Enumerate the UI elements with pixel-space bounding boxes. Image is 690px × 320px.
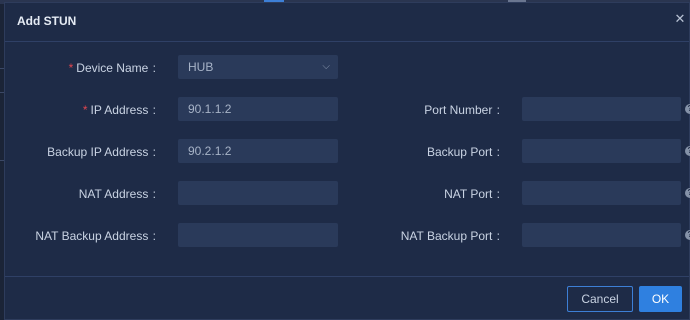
required-asterisk: * (82, 103, 88, 117)
ip-address-value: 90.1.1.2 (188, 102, 232, 116)
help-icon[interactable]: ? (685, 146, 690, 156)
nat-backup-port-input[interactable] (522, 223, 681, 247)
dialog-header: Add STUN ✕ (5, 3, 689, 42)
device-name-value: HUB (188, 60, 214, 74)
nat-backup-port-label: NAT Backup Port : (400, 229, 500, 243)
ip-address-label: * IP Address : (82, 103, 156, 117)
help-icon[interactable]: ? (685, 230, 690, 240)
close-icon[interactable]: ✕ (673, 12, 687, 26)
chevron-down-icon: ⌵ (322, 61, 330, 72)
backup-ip-address-value: 90.2.1.2 (188, 144, 232, 158)
nat-address-input[interactable] (178, 181, 338, 205)
dialog-footer-divider (5, 276, 689, 277)
port-number-label: Port Number : (424, 103, 500, 117)
nat-port-input[interactable] (522, 181, 681, 205)
ok-button[interactable]: OK (639, 286, 682, 312)
help-icon[interactable]: ? (685, 188, 690, 198)
add-stun-dialog: Add STUN ✕ * Device Name : HUB ⌵ * IP Addr… (4, 2, 690, 320)
port-number-input[interactable] (522, 97, 681, 121)
nat-backup-address-label: NAT Backup Address : (35, 229, 156, 243)
device-name-select[interactable]: HUB ⌵ (178, 55, 338, 79)
nat-address-label: NAT Address : (78, 187, 156, 201)
help-icon[interactable]: ? (685, 104, 690, 114)
nat-port-label: NAT Port : (444, 187, 500, 201)
backup-port-input[interactable] (522, 139, 681, 163)
required-asterisk: * (68, 61, 74, 75)
cancel-button[interactable]: Cancel (567, 286, 633, 312)
device-name-label: * Device Name : (68, 61, 156, 75)
backup-ip-address-input[interactable]: 90.2.1.2 (178, 139, 338, 163)
backup-port-label: Backup Port : (426, 145, 500, 159)
dialog-title: Add STUN (17, 14, 77, 28)
ip-address-input[interactable]: 90.1.1.2 (178, 97, 338, 121)
nat-backup-address-input[interactable] (178, 223, 338, 247)
backup-ip-address-label: Backup IP Address : (47, 145, 156, 159)
